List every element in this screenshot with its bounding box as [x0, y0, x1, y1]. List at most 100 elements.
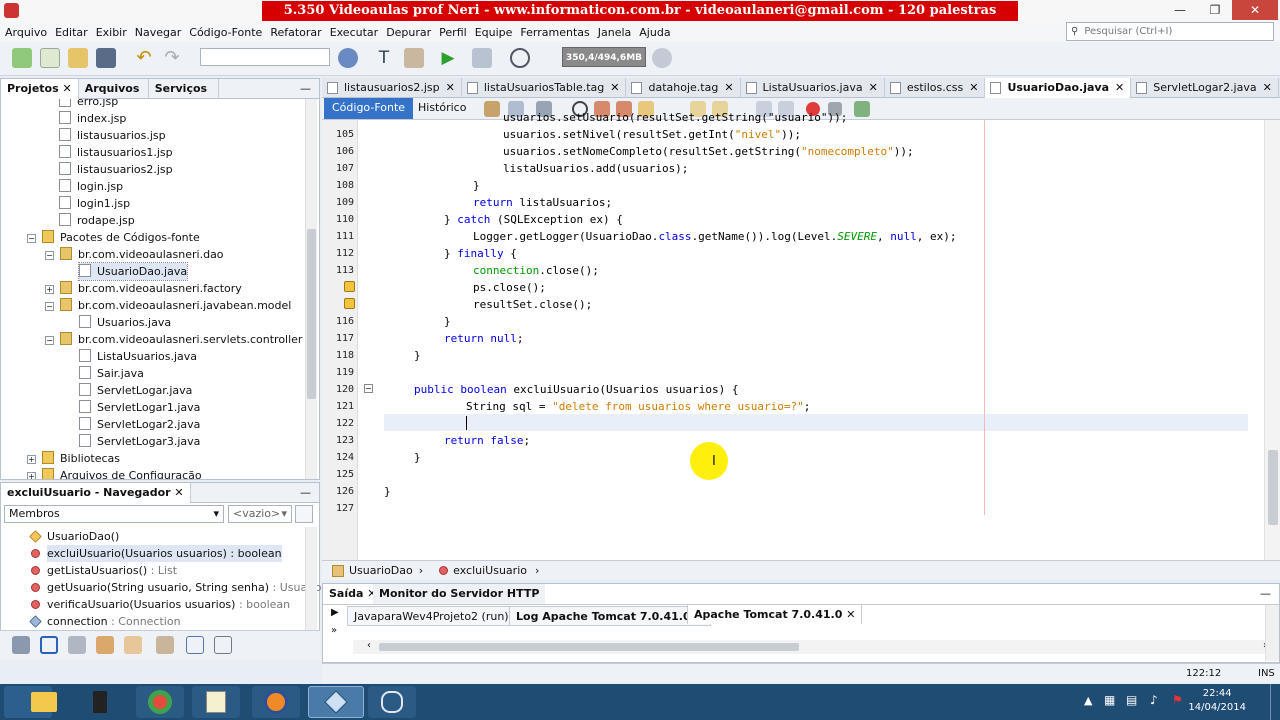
tree-item-file[interactable]: ListaUsuarios.java: [79, 348, 197, 365]
sort-icon[interactable]: [156, 636, 174, 654]
save-all-icon[interactable]: [96, 48, 116, 68]
tree-item-file[interactable]: Usuarios.java: [79, 314, 171, 331]
scroll-thumb[interactable]: [1268, 450, 1278, 525]
code-editor[interactable]: 105 106 107 108 109 110 111 112 113 116 …: [322, 111, 1280, 560]
navigator-item-selected[interactable]: excluiUsuario(Usuarios usuarios) : boole…: [31, 545, 282, 562]
editor-tab[interactable]: estilos.css ✕: [885, 78, 986, 98]
navigator-item[interactable]: connection : Connection: [29, 613, 181, 630]
inherited-filter-icon[interactable]: [124, 636, 142, 654]
navigator-scrollbar[interactable]: [305, 527, 317, 631]
tree-item-file[interactable]: ServletLogar2.java: [79, 416, 200, 433]
subtab-tomcat[interactable]: Apache Tomcat 7.0.41.0 ✕: [687, 604, 863, 624]
subtab-run[interactable]: JavaparaWev4Projeto2 (run) ✕: [347, 606, 529, 626]
tray-expand-icon[interactable]: ▲: [1084, 694, 1092, 707]
navigator-item[interactable]: verificaUsuario(Usuarios usuarios) : boo…: [31, 596, 290, 613]
editor-tab[interactable]: ServletLogar2.java ✕: [1131, 78, 1279, 98]
tab-servicos[interactable]: Serviços: [149, 78, 219, 99]
menu-ferramentas[interactable]: Ferramentas: [520, 26, 589, 39]
undo-icon[interactable]: ↶: [134, 48, 154, 68]
projects-scrollbar[interactable]: [305, 99, 317, 479]
scroll-thumb[interactable]: [379, 643, 799, 651]
minimize-button[interactable]: —: [1163, 0, 1197, 20]
members-select[interactable]: Membros ▾: [4, 505, 224, 523]
tree-item-source-packages[interactable]: − Pacotes de Códigos-fonte: [27, 229, 200, 246]
menu-editar[interactable]: Editar: [55, 26, 88, 39]
static-filter-icon[interactable]: [68, 636, 86, 654]
tree-item-file[interactable]: listausuarios1.jsp: [59, 144, 173, 161]
filter-select[interactable]: <vazio> ▾: [228, 505, 292, 523]
firefox-icon[interactable]: [252, 686, 300, 718]
fields-filter-icon[interactable]: [40, 636, 58, 654]
tree-item-file[interactable]: listausuarios2.jsp: [59, 161, 173, 178]
menu-arquivo[interactable]: Arquivo: [5, 26, 47, 39]
close-icon[interactable]: ✕: [62, 82, 71, 95]
navigator-item[interactable]: getUsuario(String usuario, String senha)…: [31, 579, 327, 596]
wifi-icon[interactable]: ▤: [1126, 693, 1137, 707]
close-icon[interactable]: ✕: [969, 81, 978, 94]
profile-icon[interactable]: [510, 48, 530, 68]
close-icon[interactable]: ✕: [869, 81, 878, 94]
editor-tab-active[interactable]: UsuarioDao.java ✕: [985, 78, 1132, 98]
tree-item-file[interactable]: index.jsp: [59, 110, 126, 127]
maximize-button[interactable]: ❐: [1198, 0, 1232, 20]
breadcrumb-item[interactable]: UsuarioDao: [349, 564, 413, 577]
run-icon[interactable]: ▶: [438, 48, 458, 68]
lock-icon[interactable]: [96, 636, 114, 654]
minimize-panel-icon[interactable]: —: [300, 486, 311, 499]
menu-codigo-fonte[interactable]: Código-Fonte: [189, 26, 262, 39]
new-file-icon[interactable]: [40, 48, 60, 68]
editor-tab[interactable]: datahoje.tag ✕: [626, 78, 741, 98]
output-hscrollbar[interactable]: ‹ ›: [353, 640, 1273, 654]
run-again-icon[interactable]: ▶: [331, 607, 339, 618]
redo-icon[interactable]: ↷: [162, 48, 182, 68]
netbeans-icon[interactable]: [308, 686, 364, 718]
output-vscrollbar[interactable]: [1265, 605, 1279, 661]
close-icon[interactable]: ✕: [1115, 81, 1124, 94]
show-desktop-button[interactable]: [1270, 684, 1280, 720]
build-hammer-icon[interactable]: T: [374, 48, 394, 68]
menu-depurar[interactable]: Depurar: [386, 26, 431, 39]
minimize-panel-icon[interactable]: —: [1260, 587, 1271, 600]
network-icon[interactable]: ▦: [1104, 693, 1115, 707]
configuration-select[interactable]: [200, 48, 330, 66]
clock[interactable]: 22:44 14/04/2014: [1188, 687, 1246, 715]
globe-icon[interactable]: [338, 48, 358, 68]
expand-icon[interactable]: +: [27, 472, 36, 479]
tree-item-file[interactable]: Sair.java: [79, 365, 144, 382]
scroll-thumb[interactable]: [307, 229, 316, 399]
collapse-icon[interactable]: −: [45, 251, 54, 260]
search-input[interactable]: ⚲ Pesquisar (Ctrl+I): [1066, 22, 1274, 41]
tab-http-monitor[interactable]: Monitor do Servidor HTTP: [373, 584, 546, 604]
scroll-left-icon[interactable]: ‹: [367, 640, 371, 651]
tab-history[interactable]: Histórico: [410, 98, 474, 119]
menu-executar[interactable]: Executar: [330, 26, 379, 39]
tree-item-package[interactable]: − br.com.videoaulasneri.servlets.controll…: [45, 331, 302, 348]
tree-item-package[interactable]: − br.com.videoaulasneri.javabean.model: [45, 297, 291, 314]
menu-janela[interactable]: Janela: [598, 26, 632, 39]
chrome-icon[interactable]: [136, 686, 184, 718]
navigator-item[interactable]: getListaUsuarios() : List: [31, 562, 177, 579]
close-icon[interactable]: ✕: [724, 81, 733, 94]
warning-icon[interactable]: [344, 281, 355, 292]
collapse-icon[interactable]: −: [45, 302, 54, 311]
navigator-item[interactable]: UsuarioDao(): [29, 528, 119, 545]
expand-icon[interactable]: +: [45, 285, 54, 294]
navigator-options-icon[interactable]: [295, 505, 313, 523]
tree-item-file[interactable]: ServletLogar1.java: [79, 399, 200, 416]
expand-icon[interactable]: »: [331, 625, 337, 636]
menu-exibir[interactable]: Exibir: [96, 26, 127, 39]
tab-projetos[interactable]: Projetos ✕: [1, 78, 79, 99]
tree-item-file[interactable]: rodape.jsp: [59, 212, 135, 229]
volume-icon[interactable]: ♪: [1150, 693, 1158, 707]
collapse-icon[interactable]: −: [45, 336, 54, 345]
clean-build-icon[interactable]: [404, 48, 424, 68]
editor-scrollbar[interactable]: [1264, 120, 1280, 560]
minimize-panel-icon[interactable]: —: [300, 82, 311, 95]
tree-item-file[interactable]: ServletLogar.java: [79, 382, 192, 399]
tree-item-config[interactable]: + Arquivos de Configuração: [27, 467, 202, 479]
memory-indicator[interactable]: 350,4/494,6MB: [562, 47, 646, 67]
sort-source-icon[interactable]: [214, 636, 232, 654]
tree-item-file-selected[interactable]: UsuarioDao.java: [77, 262, 189, 281]
editor-tab[interactable]: ListaUsuarios.java ✕: [741, 78, 885, 98]
breadcrumb-item[interactable]: excluiUsuario: [453, 564, 527, 577]
